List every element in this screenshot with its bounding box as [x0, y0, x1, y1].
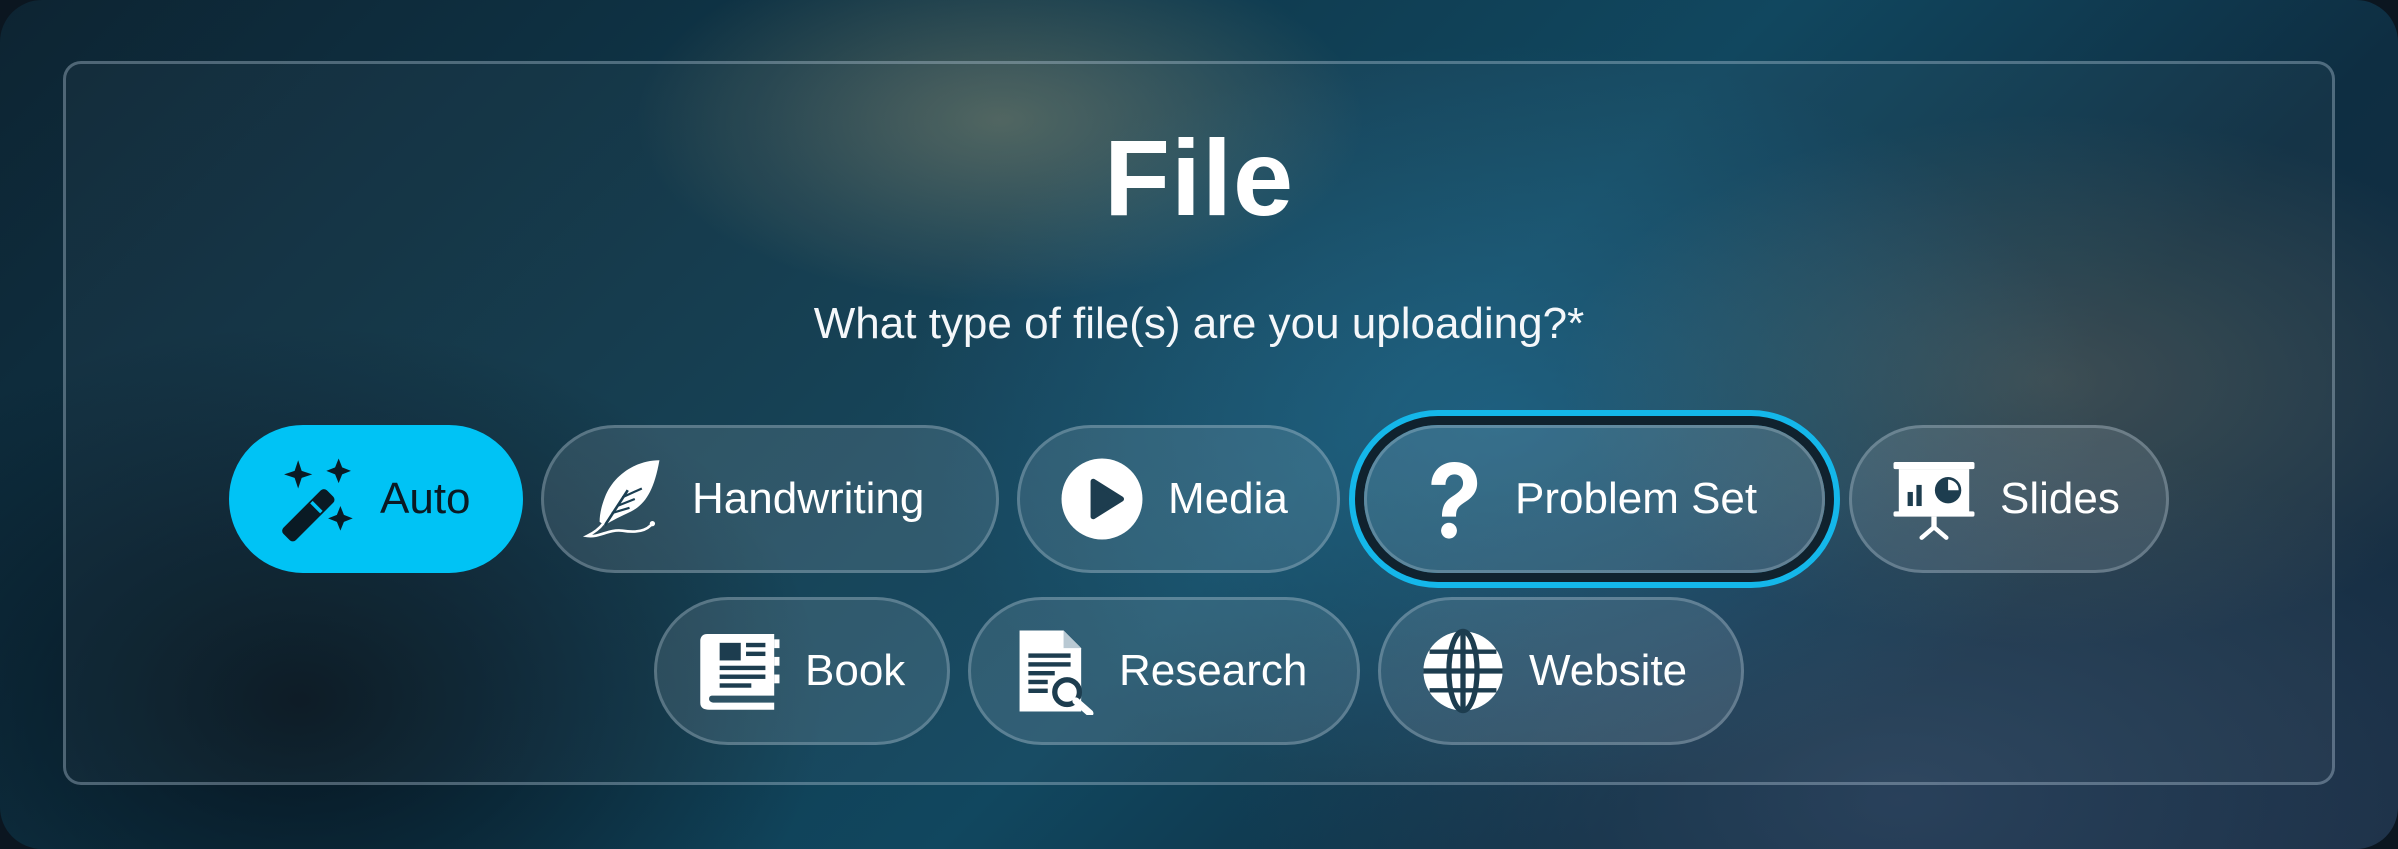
question-mark-icon [1405, 455, 1493, 543]
option-website-label: Website [1529, 646, 1688, 695]
magic-wand-icon [270, 455, 358, 543]
option-auto-button[interactable]: Auto [229, 425, 523, 573]
book-icon [695, 627, 783, 715]
option-slides-button[interactable]: Slides [1849, 425, 2169, 573]
option-media-label: Media [1168, 474, 1288, 523]
option-book-label: Book [805, 646, 906, 695]
option-research-label: Research [1119, 646, 1308, 695]
document-search-icon [1009, 627, 1097, 715]
play-circle-icon [1058, 455, 1146, 543]
option-research-button[interactable]: Research [968, 597, 1360, 745]
upload-file-dialog: File What type of file(s) are you upload… [0, 0, 2398, 849]
page-title: File [1103, 117, 1295, 238]
option-handwriting-label: Handwriting [692, 474, 925, 523]
option-auto-label: Auto [380, 474, 471, 523]
option-media-button[interactable]: Media [1017, 425, 1340, 573]
file-type-options-row-2: Book Research Website [0, 597, 2398, 745]
presentation-board-icon [1890, 455, 1978, 543]
option-book-button[interactable]: Book [654, 597, 950, 745]
option-slides-label: Slides [2000, 474, 2120, 523]
feather-quill-icon [582, 455, 670, 543]
option-website-button[interactable]: Website [1378, 597, 1744, 745]
file-type-question: What type of file(s) are you uploading?* [813, 299, 1585, 348]
globe-icon [1419, 627, 1507, 715]
option-handwriting-button[interactable]: Handwriting [541, 425, 999, 573]
option-problem-set-button[interactable]: Problem Set [1364, 425, 1825, 573]
option-problem-set-label: Problem Set [1515, 474, 1758, 523]
file-type-options-row-1: Auto Handwriting Media Problem Set Slide… [0, 425, 2398, 573]
